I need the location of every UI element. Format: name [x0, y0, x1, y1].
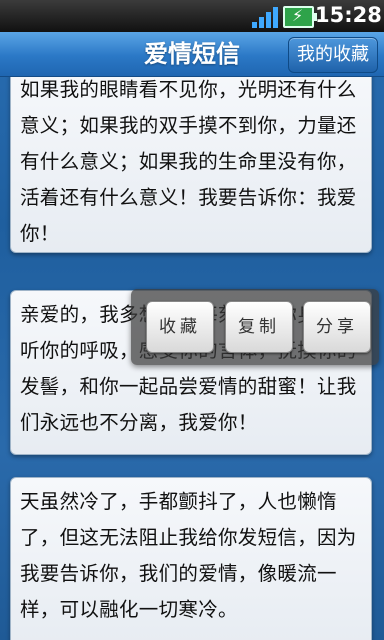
share-button[interactable]: 分享 [303, 301, 371, 353]
message-text: 天虽然冷了，手都颤抖了，人也懒惰了，但这无法阻止我给你发短信，因为我要告诉你，我… [20, 490, 357, 621]
message-action-popup: 收藏 复制 分享 [131, 289, 379, 365]
collect-button[interactable]: 收藏 [146, 301, 214, 353]
message-text: 如果我的眼睛看不见你，光明还有什么意义；如果我的双手摸不到你，力量还有什么意义；… [20, 78, 357, 245]
status-bar: ⚡ 15:28 [0, 0, 384, 32]
signal-icon [252, 6, 278, 28]
status-time: 15:28 [315, 3, 382, 27]
message-card[interactable]: 天虽然冷了，手都颤抖了，人也懒惰了，但这无法阻止我给你发短信，因为我要告诉你，我… [10, 477, 372, 640]
app-header: 爱情短信 我的收藏 [0, 32, 384, 77]
copy-button[interactable]: 复制 [225, 301, 293, 353]
message-card[interactable]: 如果我的眼睛看不见你，光明还有什么意义；如果我的双手摸不到你，力量还有什么意义；… [10, 77, 372, 253]
battery-charging-icon: ⚡ [283, 6, 317, 28]
my-favorites-button[interactable]: 我的收藏 [288, 37, 378, 73]
